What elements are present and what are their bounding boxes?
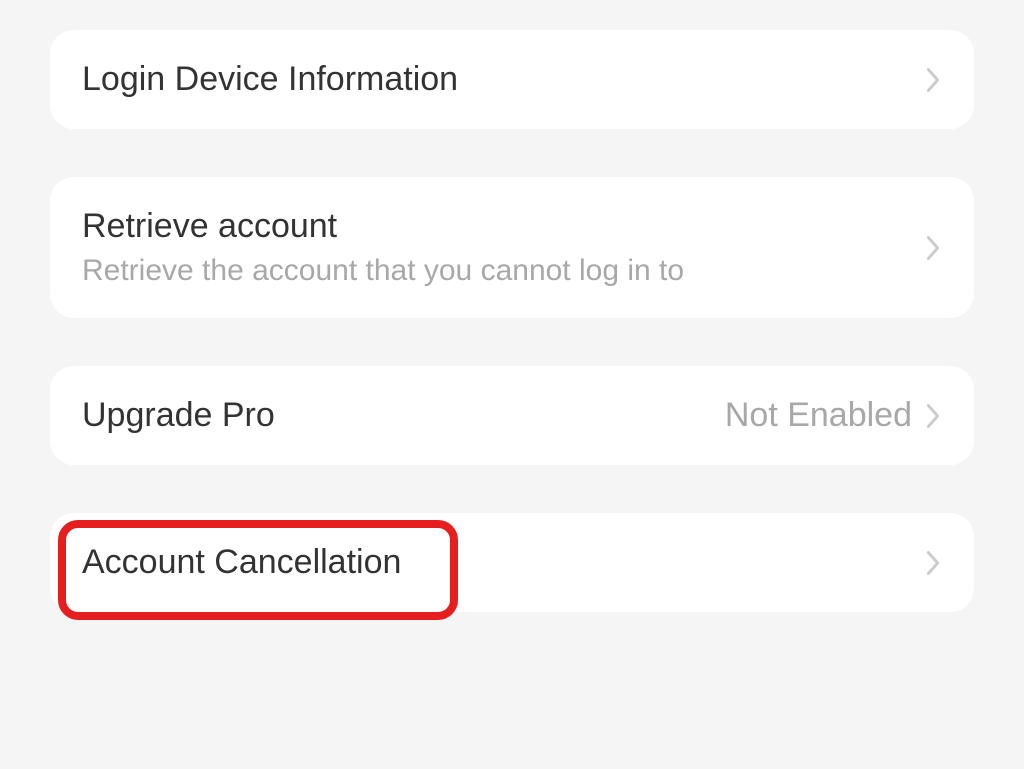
upgrade-pro-item[interactable]: Upgrade Pro Not Enabled bbox=[50, 366, 974, 465]
chevron-right-icon bbox=[924, 65, 942, 95]
chevron-right-icon bbox=[924, 401, 942, 431]
card-content: Retrieve account Retrieve the account th… bbox=[82, 207, 684, 288]
retrieve-account-subtitle: Retrieve the account that you cannot log… bbox=[82, 254, 684, 288]
account-cancellation-title: Account Cancellation bbox=[82, 543, 401, 582]
card-right bbox=[924, 65, 942, 95]
card-content: Upgrade Pro bbox=[82, 396, 275, 435]
account-cancellation-item[interactable]: Account Cancellation bbox=[50, 513, 974, 612]
card-content: Login Device Information bbox=[82, 60, 458, 99]
login-device-item[interactable]: Login Device Information bbox=[50, 30, 974, 129]
highlight-container: Account Cancellation bbox=[50, 513, 974, 612]
retrieve-account-item[interactable]: Retrieve account Retrieve the account th… bbox=[50, 177, 974, 318]
retrieve-account-title: Retrieve account bbox=[82, 207, 684, 246]
upgrade-pro-title: Upgrade Pro bbox=[82, 396, 275, 435]
chevron-right-icon bbox=[924, 548, 942, 578]
card-right: Not Enabled bbox=[725, 396, 942, 435]
login-device-title: Login Device Information bbox=[82, 60, 458, 99]
chevron-right-icon bbox=[924, 233, 942, 263]
card-right bbox=[924, 548, 942, 578]
upgrade-pro-value: Not Enabled bbox=[725, 396, 912, 435]
card-content: Account Cancellation bbox=[82, 543, 401, 582]
card-right bbox=[924, 233, 942, 263]
